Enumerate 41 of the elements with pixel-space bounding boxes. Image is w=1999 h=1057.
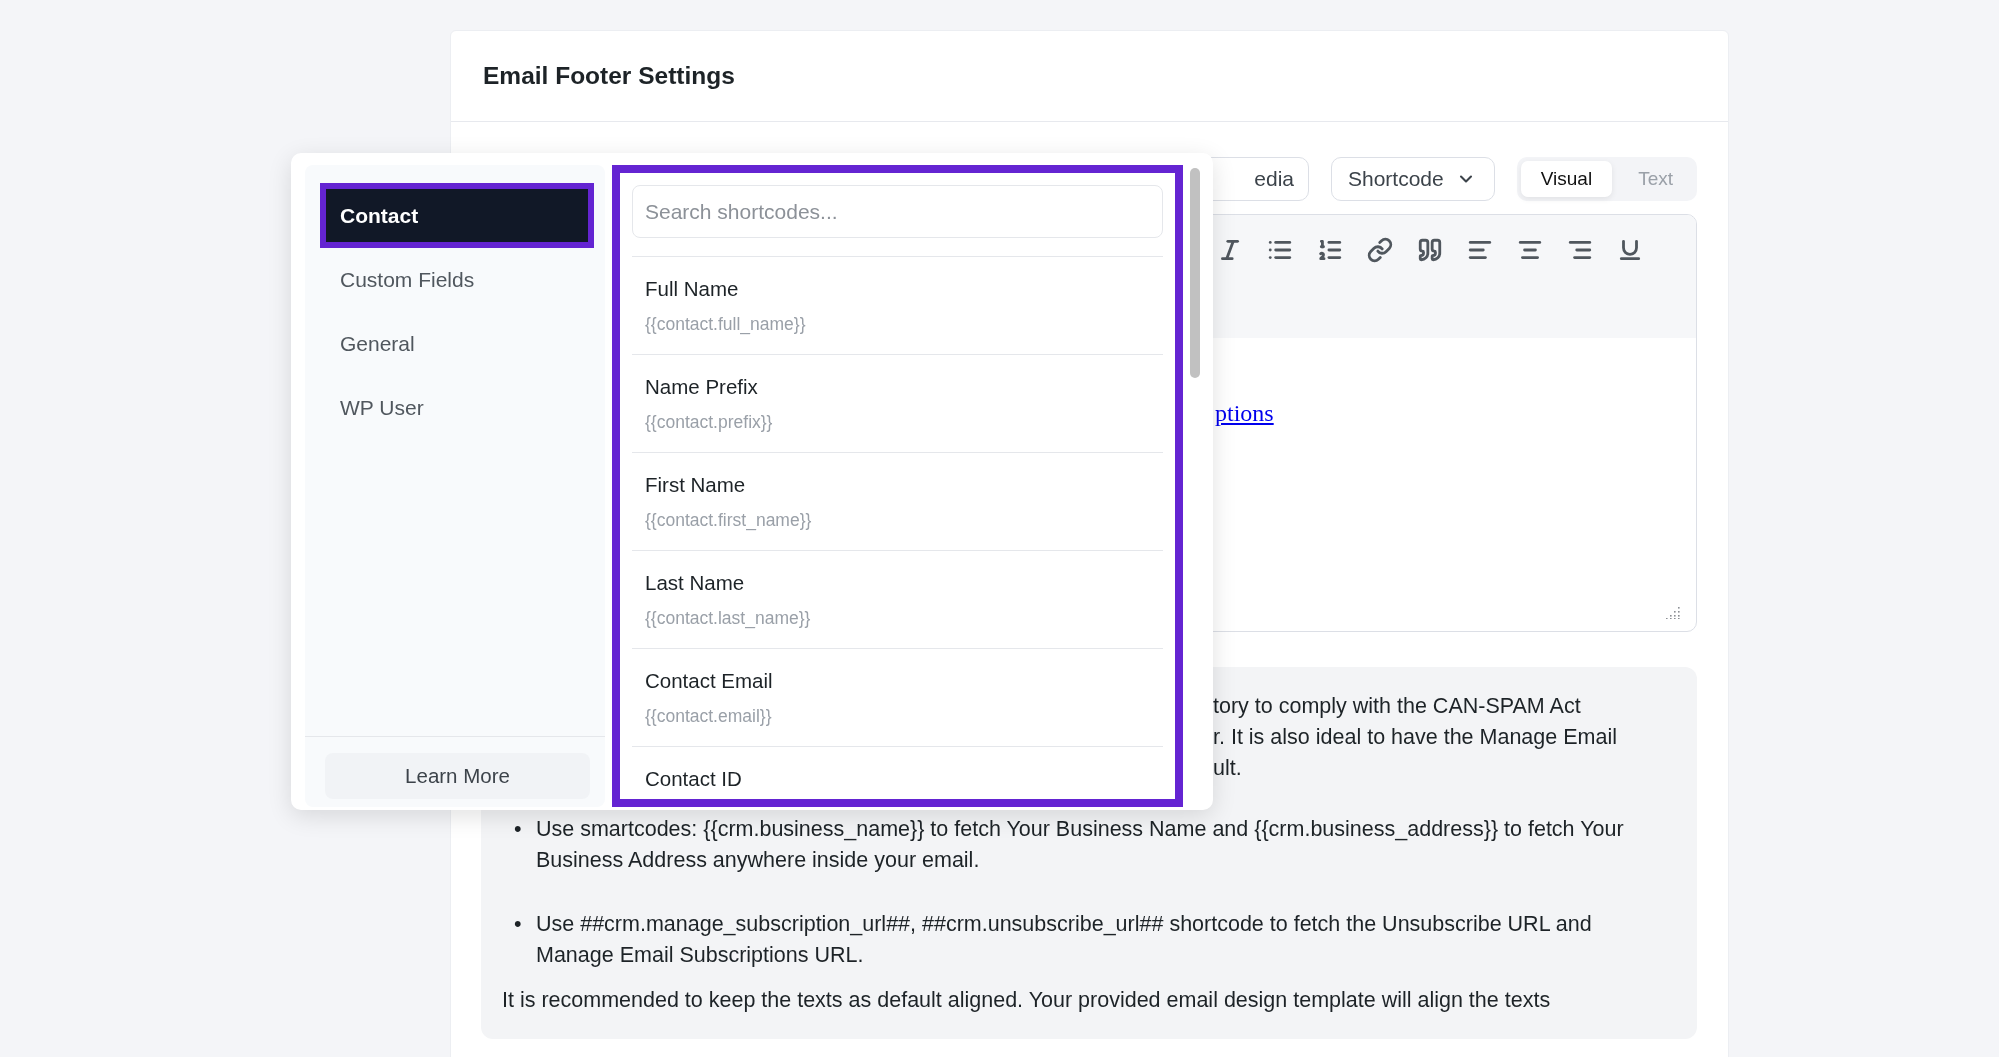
shortcode-code: {{contact.email}} xyxy=(645,706,773,727)
shortcode-item[interactable]: Full Name {{contact.full_name}} xyxy=(632,257,1163,355)
category-item[interactable]: Custom Fields xyxy=(320,248,594,312)
page-title: Email Footer Settings xyxy=(483,62,735,90)
info-text: r. It is also ideal to have the Manage Email xyxy=(1213,724,1618,751)
shortcode-item[interactable]: Contact ID xyxy=(632,747,1163,799)
footer-link[interactable]: ptions xyxy=(1215,400,1274,426)
shortcode-code: {{contact.first_name}} xyxy=(645,510,813,531)
category-item[interactable]: Contact xyxy=(320,183,594,248)
bullet-marker: • xyxy=(514,816,523,843)
info-bullet: Use smartcodes: {{crm.business_name}} to fetch Your Business Name and {{crm.business_address}} to fetch Your Business Address anywhere inside your email. xyxy=(536,816,1625,874)
underline-icon[interactable] xyxy=(1617,237,1643,263)
category-item[interactable]: WP User xyxy=(320,376,594,440)
shortcode-label: Contact ID xyxy=(645,767,743,791)
shortcode-label: Full Name xyxy=(645,277,740,301)
shortcode-dropdown[interactable]: Shortcode xyxy=(1331,157,1495,201)
mode-tab[interactable]: Visual xyxy=(1520,161,1613,197)
shortcode-item[interactable]: Contact Email {{contact.email}} xyxy=(632,649,1163,747)
shortcode-item[interactable]: Name Prefix {{contact.prefix}} xyxy=(632,355,1163,453)
link-icon[interactable] xyxy=(1367,237,1393,263)
shortcode-code: {{contact.last_name}} xyxy=(645,608,812,629)
shortcode-label: Last Name xyxy=(645,571,746,595)
shortcode-item[interactable]: First Name {{contact.first_name}} xyxy=(632,453,1163,551)
shortcode-label: Name Prefix xyxy=(645,375,759,399)
shortcode-label: First Name xyxy=(645,473,747,497)
shortcode-code: {{contact.full_name}} xyxy=(645,314,807,335)
resize-grip-icon[interactable] xyxy=(1666,605,1680,619)
bullet-marker: • xyxy=(514,911,523,938)
shortcode-code: {{contact.prefix}} xyxy=(645,412,774,433)
numbered-list-icon[interactable] xyxy=(1317,237,1343,263)
scrollbar[interactable] xyxy=(1190,168,1200,378)
info-text: ult. xyxy=(1213,755,1243,782)
search-field[interactable]: Search shortcodes... xyxy=(632,185,1163,238)
info-note: It is recommended to keep the texts as default aligned. Your provided email design template will align the texts xyxy=(502,987,1552,1014)
shortcode-label: Contact Email xyxy=(645,669,774,693)
shortcode-item[interactable]: Last Name {{contact.last_name}} xyxy=(632,551,1163,649)
category-item[interactable]: General xyxy=(320,312,594,376)
info-bullet: Use ##crm.manage_subscription_url##, ##crm.unsubscribe_url## shortcode to fetch the Unsubscribe URL and Manage Email Subscriptions URL. xyxy=(536,911,1593,969)
quote-icon[interactable] xyxy=(1417,237,1443,263)
info-text: tory to comply with the CAN-SPAM Act xyxy=(1213,693,1582,720)
learn-more-button[interactable]: Learn More xyxy=(325,753,590,799)
